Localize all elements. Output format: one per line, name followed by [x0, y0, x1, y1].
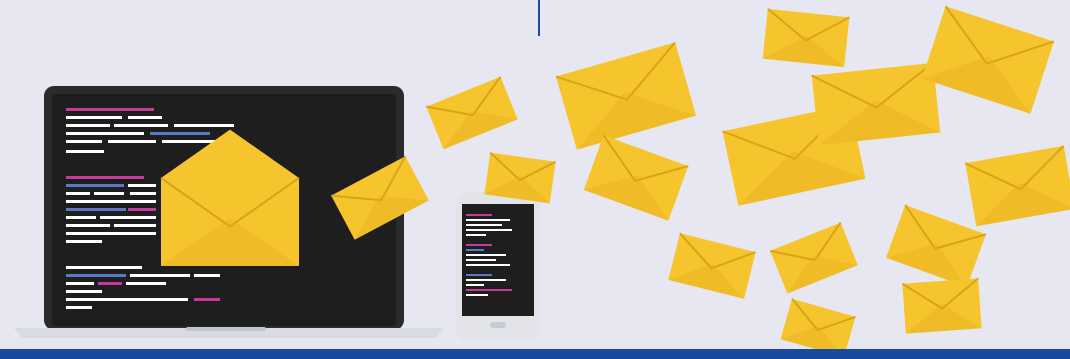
phone-code-line — [466, 264, 510, 266]
code-line — [114, 224, 156, 227]
code-line — [66, 176, 144, 179]
phone-home-button — [490, 322, 506, 328]
envelope-icon — [555, 41, 697, 150]
phone-code-line — [466, 224, 502, 226]
code-line — [150, 132, 210, 135]
code-line — [66, 274, 126, 277]
smartphone-icon — [456, 192, 540, 340]
code-line — [128, 208, 156, 211]
phone-code-line — [466, 279, 506, 281]
code-line — [66, 184, 124, 187]
phone-code-line — [466, 294, 488, 296]
code-line — [100, 216, 156, 219]
phone-code-line — [466, 219, 510, 221]
phone-code-line — [466, 249, 484, 251]
code-line — [66, 208, 126, 211]
phone-code-line — [466, 244, 492, 246]
envelope-icon — [811, 62, 941, 146]
code-line — [66, 150, 104, 153]
code-line — [66, 298, 188, 301]
phone-code-line — [466, 229, 512, 231]
code-line — [108, 140, 156, 143]
code-line — [66, 192, 90, 195]
code-line — [66, 140, 102, 143]
bottom-bar — [0, 349, 1070, 359]
phone-code-line — [466, 234, 486, 236]
envelope-icon — [583, 134, 689, 221]
code-line — [66, 116, 122, 119]
code-line — [130, 274, 190, 277]
code-line — [66, 240, 102, 243]
code-line — [162, 140, 216, 143]
code-line — [66, 232, 156, 235]
envelope-icon — [668, 232, 756, 299]
envelope-icon — [426, 76, 518, 150]
code-line — [66, 282, 94, 285]
code-line — [66, 306, 92, 309]
laptop-notch — [186, 327, 266, 331]
code-line — [66, 200, 156, 203]
phone-code-line — [466, 274, 492, 276]
illustration-svg — [14, 5, 1070, 358]
email-marketing-illustration — [0, 0, 1070, 359]
code-line — [66, 124, 110, 127]
code-line — [98, 282, 122, 285]
envelope-icon — [901, 277, 982, 334]
envelope-icon — [769, 221, 858, 294]
envelope-icon — [964, 145, 1070, 227]
envelope-icon — [922, 5, 1055, 114]
code-line — [194, 274, 220, 277]
code-line — [66, 216, 96, 219]
code-line — [194, 298, 220, 301]
code-line — [66, 266, 142, 269]
phone-code-line — [466, 254, 506, 256]
code-line — [94, 192, 124, 195]
code-line — [130, 192, 156, 195]
code-line — [128, 116, 162, 119]
phone-code-line — [466, 214, 492, 216]
code-line — [66, 290, 102, 293]
envelope-icon — [886, 204, 987, 288]
code-line — [126, 282, 166, 285]
code-line — [66, 224, 110, 227]
code-line — [128, 184, 156, 187]
code-line — [66, 132, 144, 135]
phone-code-line — [466, 259, 496, 261]
code-line — [114, 124, 168, 127]
code-line — [174, 124, 234, 127]
envelope-icon — [762, 8, 850, 68]
phone-code-line — [466, 284, 484, 286]
phone-code-line — [466, 289, 512, 291]
code-line — [66, 108, 154, 111]
